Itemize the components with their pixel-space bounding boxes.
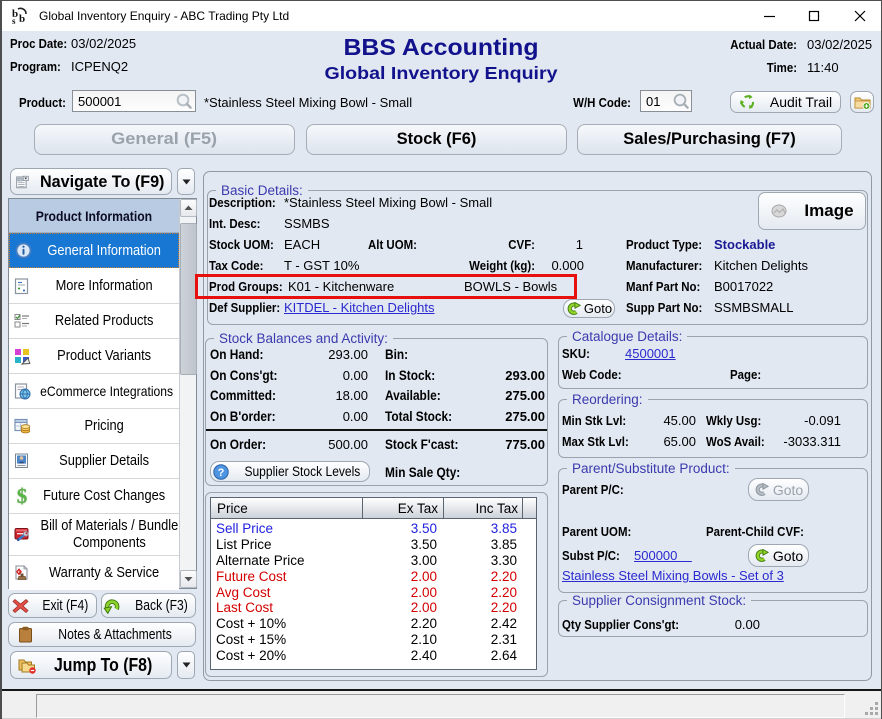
svg-text:b: b [19, 13, 25, 25]
svg-text:s: s [12, 16, 16, 25]
svg-text:?: ? [218, 467, 225, 479]
